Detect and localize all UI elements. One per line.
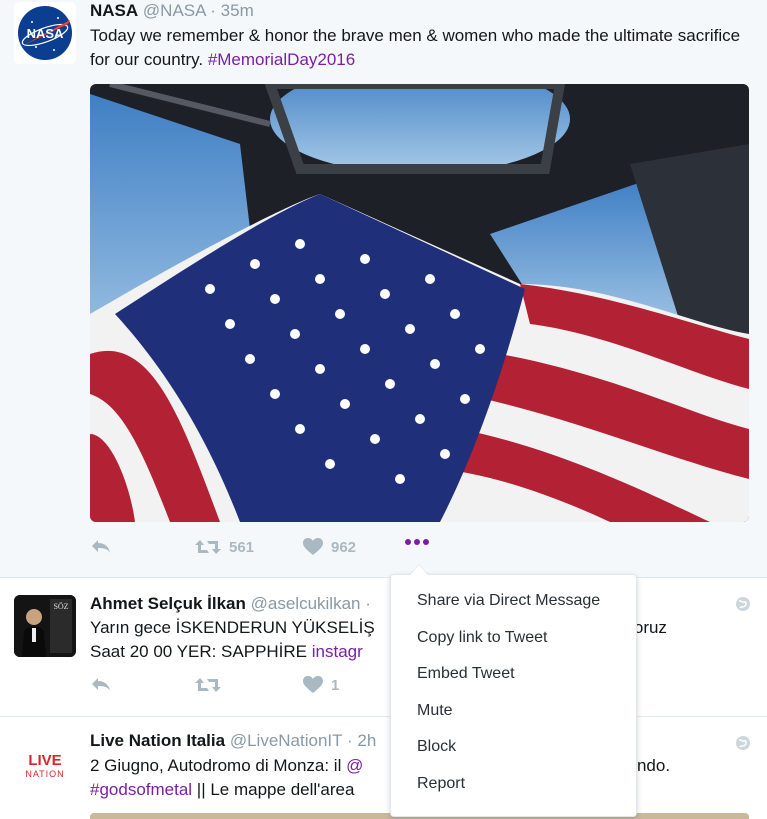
menu-item-copy-link[interactable]: Copy link to Tweet	[391, 620, 636, 657]
timestamp[interactable]: 35m	[221, 1, 254, 20]
author-name[interactable]: Live Nation Italia	[90, 731, 225, 750]
tweet-livenationit[interactable]: LIVE NATION Live Nation Italia @LiveNati…	[0, 717, 767, 819]
retweet-icon	[195, 540, 221, 554]
tweet-line-1: Yarın gece İSKENDERUN YÜKSELİŞ	[90, 618, 375, 637]
like-button[interactable]: 1	[303, 676, 339, 694]
tweet-header: NASA @NASA · 35m	[90, 1, 254, 21]
avatar-text: SÖZ	[53, 602, 68, 611]
hashtag-link[interactable]: #MemorialDay2016	[208, 50, 355, 69]
separator: ·	[365, 594, 371, 613]
tweet-header: Ahmet Selçuk İlkan @aselcukilkan ·	[90, 594, 371, 614]
retweet-button[interactable]	[195, 676, 221, 694]
avatar[interactable]: LIVE NATION	[14, 733, 76, 795]
flag-photo	[90, 84, 749, 522]
tweet-nasa[interactable]: NASA NASA @NASA · 35m Today we remember …	[0, 0, 767, 578]
tweet-header: Live Nation Italia @LiveNationIT · 2h	[90, 731, 376, 751]
like-button[interactable]: 962	[303, 538, 356, 556]
like-count: 1	[331, 676, 340, 694]
tweet-body: Today we remember & honor the brave men …	[90, 26, 741, 69]
author-handle[interactable]: @LiveNationIT	[230, 731, 342, 750]
globe-icon	[735, 735, 751, 756]
tweet-aselcukilkan[interactable]: SÖZ Ahmet Selçuk İlkan @aselcukilkan · Y…	[0, 578, 767, 717]
like-count: 962	[331, 538, 357, 556]
reply-button[interactable]	[90, 676, 112, 692]
tweet-text: Today we remember & honor the brave men …	[90, 24, 750, 72]
retweet-count: 561	[229, 538, 255, 556]
album-cover: SÖZ	[14, 595, 76, 657]
author-handle[interactable]: @aselcukilkan	[251, 594, 361, 613]
nasa-logo: NASA	[14, 2, 76, 64]
tweet-line-1: 2 Giugno, Autodromo di Monza: il	[90, 756, 347, 775]
timestamp[interactable]: 2h	[357, 731, 376, 750]
author-name[interactable]: NASA	[90, 1, 138, 20]
reply-button[interactable]	[90, 538, 112, 554]
menu-item-mute[interactable]: Mute	[391, 693, 636, 730]
menu-item-share-dm[interactable]: Share via Direct Message	[391, 583, 636, 620]
more-button[interactable]	[404, 538, 430, 546]
heart-icon	[303, 538, 323, 555]
hashtag-link[interactable]: #godsofmetal	[90, 780, 192, 799]
tweet-line-2: Saat 20 00 YER: SAPPHİRE	[90, 642, 312, 661]
mention-link[interactable]: @	[346, 756, 363, 775]
more-dots-icon	[405, 539, 429, 545]
separator: ·	[210, 1, 216, 20]
author-handle[interactable]: @NASA	[143, 1, 206, 20]
menu-item-block[interactable]: Block	[391, 729, 636, 766]
menu-caret-inner	[410, 565, 428, 575]
live-nation-logo: LIVE NATION	[14, 733, 76, 795]
tweet-photo[interactable]	[90, 84, 749, 522]
author-name[interactable]: Ahmet Selçuk İlkan	[90, 594, 246, 613]
menu-item-embed[interactable]: Embed Tweet	[391, 656, 636, 693]
tweet-line-2: || Le mappe dell'area	[192, 780, 355, 799]
avatar-line-2: NATION	[25, 769, 64, 779]
retweet-button[interactable]: 561	[195, 538, 254, 556]
more-options-menu: Share via Direct Message Copy link to Tw…	[390, 574, 637, 817]
heart-icon	[303, 676, 323, 693]
globe-icon	[735, 596, 751, 617]
retweet-icon	[195, 678, 221, 692]
avatar[interactable]: SÖZ	[14, 595, 76, 657]
menu-item-report[interactable]: Report	[391, 766, 636, 803]
reply-icon	[92, 678, 110, 691]
avatar-line-1: LIVE	[28, 752, 61, 769]
reply-icon	[92, 540, 110, 553]
instagram-link[interactable]: instagr	[312, 642, 363, 661]
separator: ·	[346, 731, 353, 750]
avatar-text: NASA	[27, 26, 64, 41]
avatar[interactable]: NASA	[14, 2, 76, 64]
